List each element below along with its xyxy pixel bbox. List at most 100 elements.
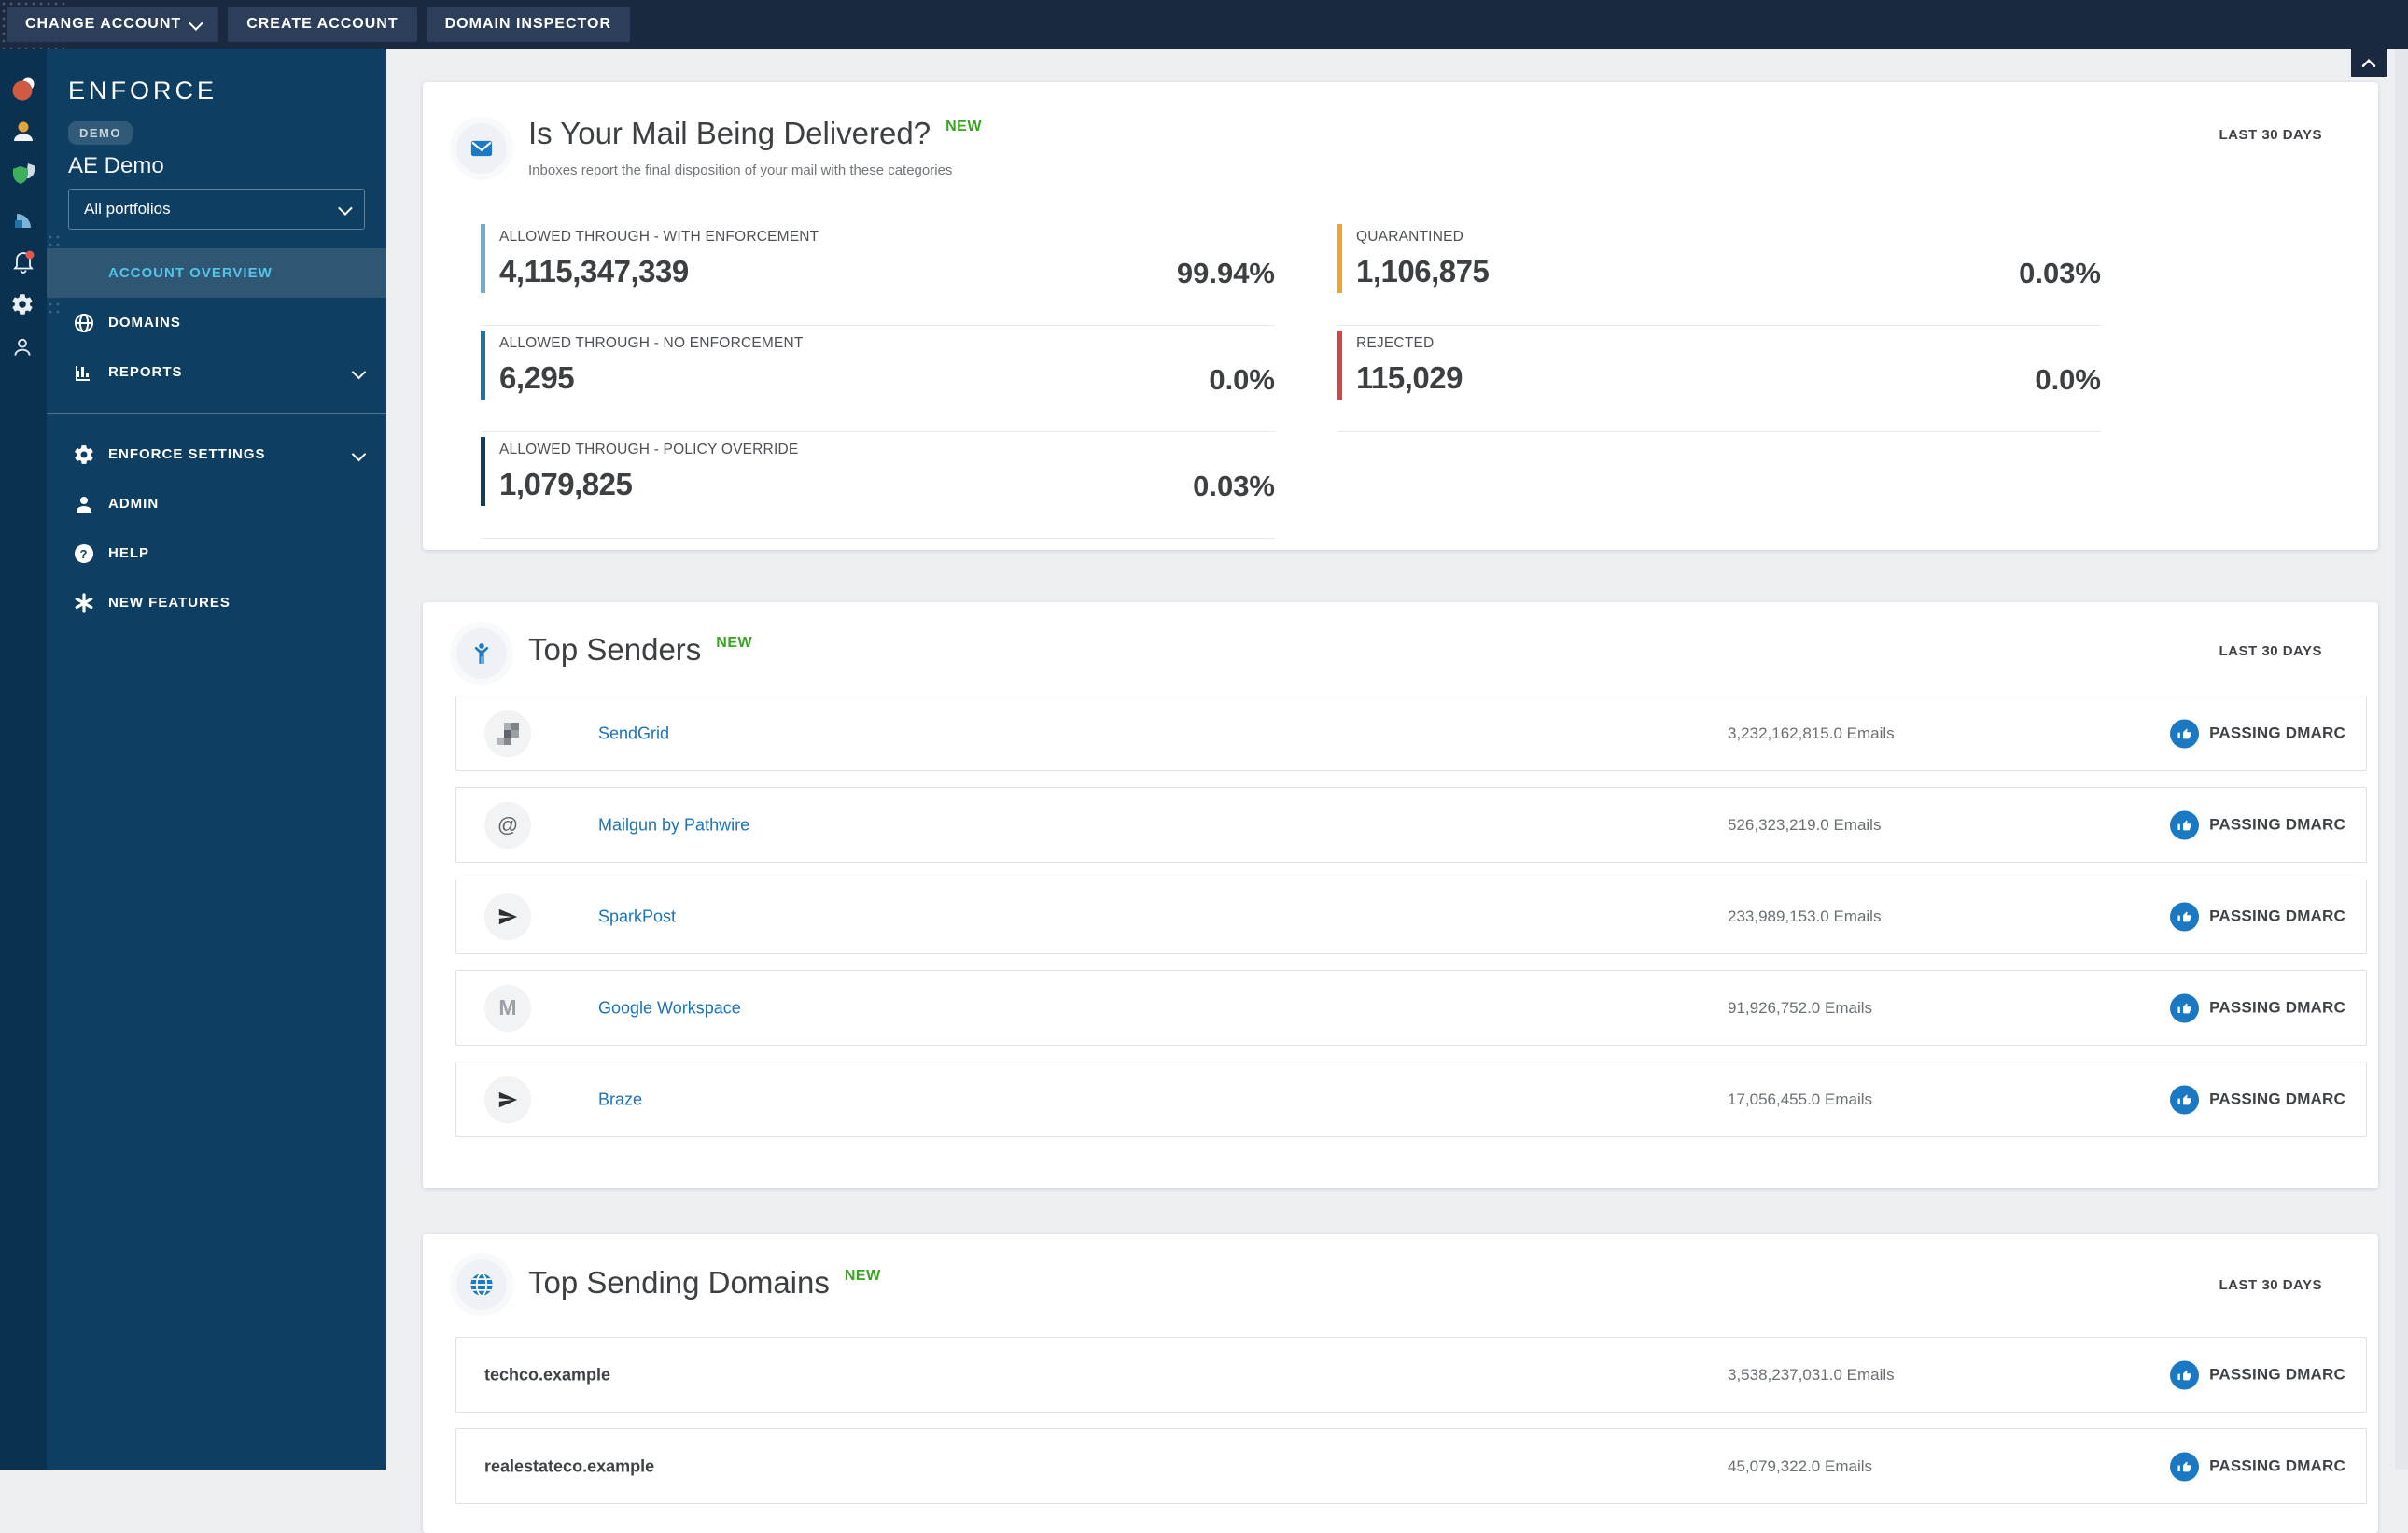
notifications-bell-icon[interactable] [10,248,36,274]
asterisk-icon [72,591,96,615]
sender-logo [484,710,531,757]
dmarc-status-text: PASSING DMARC [2209,998,2345,1017]
dmarc-status-text: PASSING DMARC [2209,724,2345,742]
globe-blue-icon [456,1259,507,1310]
account-name: AE Demo [68,153,164,178]
stat-item: ALLOWED THROUGH - POLICY OVERRIDE 1,079,… [481,432,1275,539]
sidebar-item-label: HELP [108,545,150,561]
sender-row: Braze 17,056,455.0 Emails PASSING DMARC [455,1062,2367,1137]
sender-name-link[interactable]: Braze [598,1090,642,1109]
sender-logo: M [484,984,531,1032]
thumbs-up-icon [2170,993,2200,1022]
change-account-button[interactable]: CHANGE ACCOUNT [7,7,219,42]
dmarc-status-badge: PASSING DMARC [2170,810,2345,839]
valimail-logo-icon[interactable] [10,77,36,103]
domain-inspector-label: DOMAIN INSPECTOR [444,16,612,32]
thumbs-up-icon [2170,1360,2200,1389]
sidebar-item-reports[interactable]: REPORTS [47,347,386,397]
domain-row: realestateco.example 45,079,322.0 Emails… [455,1428,2367,1504]
sidebar-item-admin[interactable]: ADMIN [47,479,386,528]
dmarc-status-badge: PASSING DMARC [2170,1452,2345,1481]
card-subtitle: Inboxes report the final disposition of … [528,162,953,178]
dmarc-status-text: PASSING DMARC [2209,907,2345,925]
top-domains-title-text: Top Sending Domains [528,1265,830,1300]
gear-icon [72,443,96,467]
stat-item: REJECTED 115,029 0.0% [1337,326,2101,432]
stat-color-bar [481,437,485,506]
user-amber-icon[interactable] [10,119,36,145]
new-badge: NEW [844,1268,881,1284]
sidebar-item-label: NEW FEATURES [108,595,231,611]
demo-badge: DEMO [68,121,133,145]
stat-label: ALLOWED THROUGH - POLICY OVERRIDE [499,442,799,457]
sidebar: ENFORCE DEMO AE Demo All portfolios ACCO… [47,49,386,1470]
sender-name-link[interactable]: SendGrid [598,724,669,743]
period-label: LAST 30 DAYS [2219,643,2322,659]
sidebar-item-label: ENFORCE SETTINGS [108,446,266,462]
dmarc-status-badge: PASSING DMARC [2170,1085,2345,1114]
profile-outline-icon[interactable] [10,335,36,361]
stat-value: 1,079,825 [499,467,633,501]
stat-percent: 99.94% [1176,257,1275,289]
svg-text:?: ? [80,547,89,561]
chevron-down-icon [189,15,203,31]
new-badge: NEW [716,635,753,651]
sidebar-item-new-features[interactable]: NEW FEATURES [47,578,386,627]
main-content: Is Your Mail Being Delivered? NEW Inboxes… [386,49,2408,1533]
sender-row: @ Mailgun by Pathwire 526,323,219.0 Emai… [455,787,2367,863]
new-badge: NEW [945,119,982,134]
enforce-logo: ENFORCE [68,77,218,105]
settings-gear-icon[interactable] [10,292,36,318]
stat-value: 115,029 [1356,360,1463,395]
chart-flag-blue-icon[interactable] [10,205,36,232]
stat-percent: 0.0% [2035,363,2101,396]
domain-inspector-button[interactable]: DOMAIN INSPECTOR [426,7,631,42]
portfolio-select-value: All portfolios [84,200,171,218]
stat-color-bar [1337,224,1342,293]
top-senders-card: Top Senders NEW LAST 30 DAYS SendGrid 3,2… [423,602,2378,1188]
nav-divider [47,413,386,414]
dmarc-status-badge: PASSING DMARC [2170,1360,2345,1389]
domain-row: techco.example 3,538,237,031.0 Emails PA… [455,1337,2367,1413]
sidebar-item-enforce-settings[interactable]: ENFORCE SETTINGS [47,429,386,479]
collapse-panel-button[interactable] [2351,49,2387,77]
delivery-card: Is Your Mail Being Delivered? NEW Inboxes… [423,82,2378,550]
stat-color-bar [1337,331,1342,400]
sidebar-item-label: ACCOUNT OVERVIEW [108,265,273,281]
sender-name-link[interactable]: SparkPost [598,907,676,926]
sidebar-item-label: DOMAINS [108,315,181,331]
person-icon [72,492,96,516]
stat-percent: 0.03% [2019,257,2101,289]
shield-green-icon[interactable] [10,162,36,188]
stats-column-right: QUARANTINED 1,106,875 0.03% REJECTED 115… [1337,219,2101,539]
thumbs-up-icon [2170,719,2200,748]
domain-name: realestateco.example [484,1456,655,1475]
portfolio-select[interactable]: All portfolios [68,189,365,230]
sender-name-link[interactable]: Google Workspace [598,998,741,1018]
dmarc-status-text: PASSING DMARC [2209,815,2345,834]
period-label: LAST 30 DAYS [2219,127,2322,143]
stat-label: ALLOWED THROUGH - WITH ENFORCEMENT [499,229,819,245]
dmarc-status-text: PASSING DMARC [2209,1365,2345,1384]
paper-plane-logo [497,907,518,927]
sender-email-count: 91,926,752.0 Emails [1728,998,1872,1017]
delivery-title-text: Is Your Mail Being Delivered? [528,116,931,150]
create-account-button[interactable]: CREATE ACCOUNT [228,7,417,42]
paper-plane-logo [497,1090,518,1110]
sender-email-count: 233,989,153.0 Emails [1728,907,1882,925]
sidebar-item-help[interactable]: ? HELP [47,528,386,578]
chevron-down-icon [351,446,367,462]
change-account-label: CHANGE ACCOUNT [25,16,182,32]
stat-label: ALLOWED THROUGH - NO ENFORCEMENT [499,335,804,351]
stat-color-bar [481,331,485,400]
stat-label: REJECTED [1356,335,1435,351]
sidebar-item-account-overview[interactable]: ACCOUNT OVERVIEW [47,248,386,298]
sender-name-link[interactable]: Mailgun by Pathwire [598,815,749,835]
sender-logo [484,1076,531,1123]
stat-percent: 0.0% [1209,363,1275,396]
sidebar-item-domains[interactable]: DOMAINS [47,298,386,347]
dmarc-status-badge: PASSING DMARC [2170,993,2345,1022]
delivery-stats: ALLOWED THROUGH - WITH ENFORCEMENT 4,115… [481,219,2101,539]
envelope-icon [456,123,507,174]
google-m-logo: M [498,995,517,1020]
